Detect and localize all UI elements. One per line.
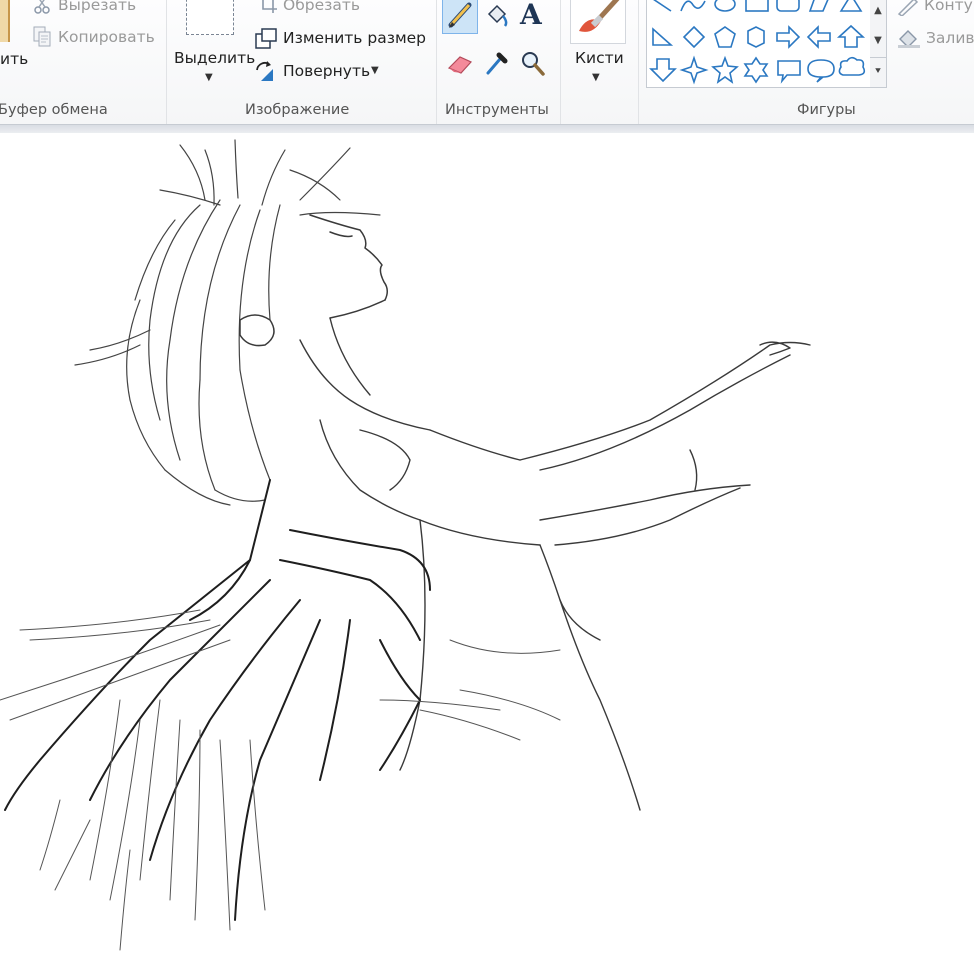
brush-icon bbox=[579, 0, 620, 32]
outline-button[interactable]: Контур bbox=[924, 0, 974, 14]
arm-strokes bbox=[519, 341, 811, 546]
shapes-grid bbox=[649, 0, 866, 85]
separator bbox=[166, 0, 167, 124]
six-point-star-shape-icon bbox=[743, 56, 769, 84]
pencil-icon bbox=[448, 2, 472, 28]
rectangle-shape-icon bbox=[745, 0, 769, 12]
five-point-star-shape-icon bbox=[711, 55, 739, 84]
polygon-shape-icon bbox=[808, 0, 829, 12]
hexagon-shape-icon bbox=[747, 26, 765, 48]
magnifier-icon[interactable] bbox=[520, 49, 546, 77]
gallery-scroll-up[interactable]: ▲ bbox=[870, 0, 886, 25]
triangle-shape-icon bbox=[839, 0, 863, 12]
rotate-dropdown-arrow[interactable]: ▼ bbox=[371, 65, 379, 76]
up-arrow-shape-icon bbox=[836, 24, 866, 48]
rounded-rectangle-shape-icon bbox=[776, 0, 800, 12]
brushes-button[interactable] bbox=[570, 0, 626, 44]
scissors-icon[interactable] bbox=[32, 0, 52, 16]
select-button[interactable]: Выделить bbox=[174, 49, 255, 67]
gallery-scroll-down[interactable]: ▼ bbox=[870, 27, 886, 55]
outline-icon[interactable] bbox=[896, 0, 920, 16]
fill-bucket-icon[interactable] bbox=[483, 2, 511, 30]
rect-callout-shape-icon bbox=[777, 60, 801, 84]
resize-icon[interactable] bbox=[255, 28, 277, 50]
gallery-expand[interactable]: ⯆ bbox=[870, 57, 886, 86]
paste-button-label[interactable]: ить bbox=[0, 50, 28, 68]
shapes-group-label: Фигуры bbox=[797, 102, 856, 118]
four-point-star-shape-icon bbox=[679, 55, 709, 85]
copy-icon[interactable] bbox=[32, 26, 52, 48]
rotate-button[interactable]: Повернуть bbox=[283, 62, 370, 80]
separator bbox=[638, 0, 639, 124]
color-picker-icon[interactable] bbox=[484, 49, 510, 77]
fill-button[interactable]: Заливка bbox=[926, 29, 974, 47]
cut-button[interactable]: Вырезать bbox=[58, 0, 136, 14]
pencil-tool[interactable] bbox=[442, 0, 478, 34]
shapes-gallery-scroll[interactable]: ▲ ▼ ⯆ bbox=[870, 0, 887, 88]
diamond-shape-icon bbox=[682, 25, 706, 49]
brushes-dropdown-arrow[interactable]: ▼ bbox=[592, 72, 600, 83]
left-arrow-shape-icon bbox=[806, 25, 831, 49]
eraser-icon[interactable] bbox=[446, 52, 474, 76]
cape-hatching bbox=[0, 609, 561, 951]
text-tool-icon[interactable]: A bbox=[520, 0, 542, 31]
face-strokes bbox=[239, 214, 388, 347]
tools-group-label: Инструменты bbox=[445, 102, 549, 118]
separator bbox=[436, 0, 437, 124]
body-strokes bbox=[299, 317, 641, 811]
separator bbox=[560, 0, 561, 124]
paste-icon[interactable] bbox=[0, 0, 10, 42]
shapes-gallery[interactable] bbox=[646, 0, 872, 88]
crop-button[interactable]: Обрезать bbox=[283, 0, 360, 14]
cape-strokes bbox=[4, 479, 431, 921]
right-arrow-shape-icon bbox=[776, 25, 801, 49]
down-arrow-shape-icon bbox=[649, 58, 677, 83]
hair-strokes bbox=[74, 139, 381, 506]
ribbon: ить Вырезать Копировать Буфер обмена Выд… bbox=[0, 0, 974, 124]
cloud-callout-shape-icon bbox=[838, 56, 866, 76]
pentagon-shape-icon bbox=[714, 26, 736, 48]
curve-shape-icon bbox=[680, 0, 706, 12]
copy-button[interactable]: Копировать bbox=[58, 28, 155, 46]
crop-icon[interactable] bbox=[258, 0, 278, 14]
right-triangle-shape-icon bbox=[652, 27, 674, 46]
drawing-canvas[interactable] bbox=[0, 133, 974, 956]
resize-button[interactable]: Изменить размер bbox=[283, 29, 426, 47]
select-dropdown-arrow[interactable]: ▼ bbox=[205, 72, 213, 83]
image-group-label: Изображение bbox=[245, 102, 350, 118]
clipboard-group-label: Буфер обмена bbox=[0, 102, 108, 118]
select-icon[interactable] bbox=[186, 0, 234, 35]
line-shape-icon bbox=[653, 0, 672, 12]
oval-callout-shape-icon bbox=[807, 59, 835, 83]
sketch-drawing bbox=[0, 139, 811, 951]
brushes-button-label[interactable]: Кисти bbox=[575, 49, 624, 67]
rotate-icon[interactable] bbox=[253, 60, 277, 82]
oval-shape-icon bbox=[714, 0, 736, 12]
fill-icon[interactable] bbox=[896, 27, 922, 49]
